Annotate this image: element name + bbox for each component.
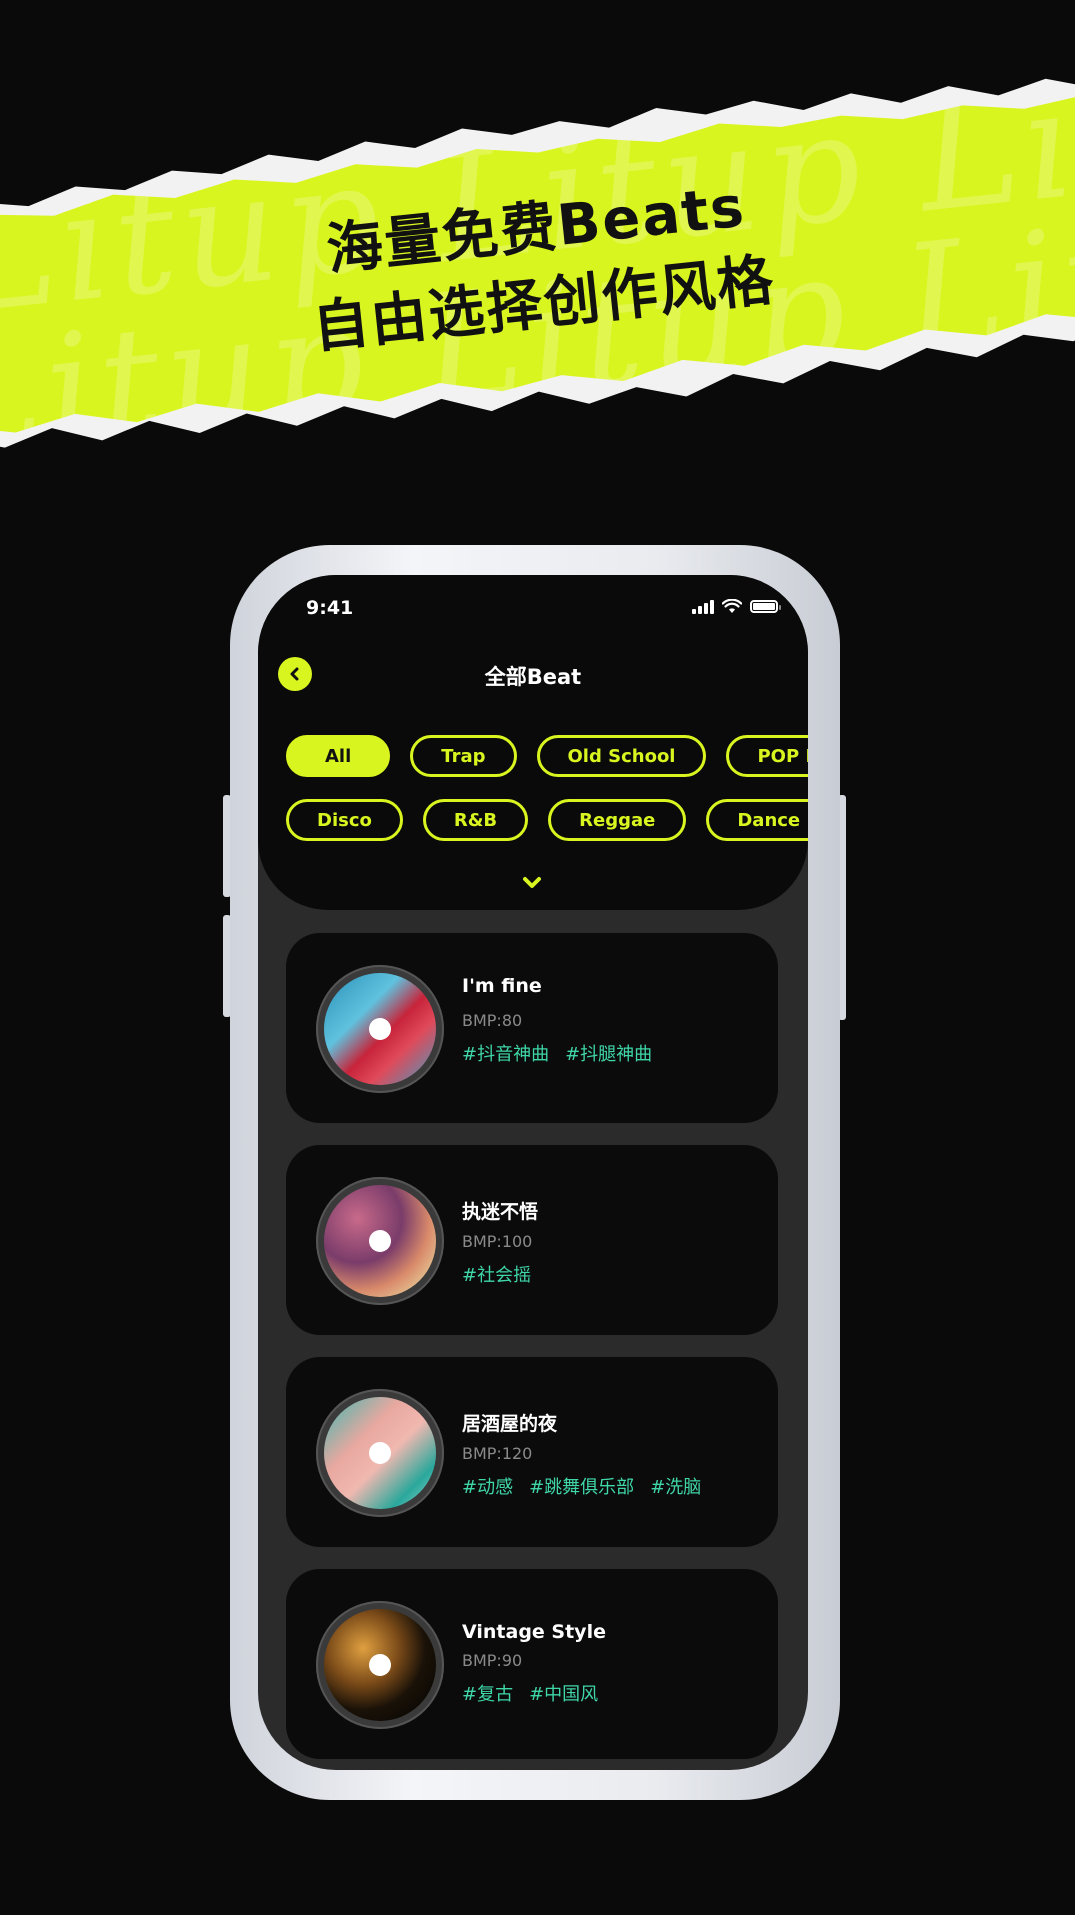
beat-tag[interactable]: #社会摇 bbox=[462, 1261, 531, 1287]
battery-icon bbox=[750, 600, 781, 613]
filter-chip-disco[interactable]: Disco bbox=[286, 799, 403, 841]
album-disc bbox=[316, 965, 444, 1093]
beat-title: I'm fine bbox=[462, 975, 542, 997]
beat-tag[interactable]: #中国风 bbox=[529, 1680, 598, 1706]
beat-info: 执迷不悟 BMP:100 #社会摇 bbox=[462, 1197, 538, 1287]
beat-title: 执迷不悟 bbox=[462, 1201, 539, 1223]
album-disc bbox=[316, 1389, 444, 1517]
album-disc bbox=[316, 1177, 444, 1305]
beat-tag[interactable]: #抖腿神曲 bbox=[565, 1040, 652, 1066]
signal-icon bbox=[692, 599, 714, 614]
status-time: 9:41 bbox=[306, 597, 354, 619]
status-icons bbox=[692, 599, 781, 614]
beat-info: Vintage Style BMP:90 #复古 #中国风 bbox=[462, 1621, 606, 1706]
filter-chip-trap[interactable]: Trap bbox=[410, 735, 517, 777]
beat-card[interactable]: 执迷不悟 BMP:100 #社会摇 bbox=[286, 1145, 778, 1335]
beat-tags: #复古 #中国风 bbox=[462, 1680, 606, 1706]
filter-chip-dance[interactable]: Dance R bbox=[706, 799, 808, 841]
genre-filters: All Trap Old School POP R Disco R&B Regg… bbox=[286, 735, 808, 863]
beat-title: 居酒屋的夜 bbox=[462, 1413, 558, 1435]
filter-chip-old-school[interactable]: Old School bbox=[536, 735, 707, 777]
beat-tags: #动感 #跳舞俱乐部 #洗脑 bbox=[462, 1473, 701, 1499]
beat-tag[interactable]: #抖音神曲 bbox=[462, 1040, 549, 1066]
beat-card[interactable]: Vintage Style BMP:90 #复古 #中国风 bbox=[286, 1569, 778, 1759]
beat-tags: #社会摇 bbox=[462, 1261, 538, 1287]
beat-tag[interactable]: #复古 bbox=[462, 1680, 513, 1706]
beat-tag[interactable]: #跳舞俱乐部 bbox=[529, 1473, 634, 1499]
disc-center bbox=[369, 1442, 391, 1464]
beat-bmp: BMP:80 bbox=[462, 1011, 523, 1030]
beat-title: Vintage Style bbox=[462, 1621, 606, 1643]
filter-row-2: Disco R&B Reggae Dance R bbox=[286, 799, 808, 841]
beat-tag[interactable]: #洗脑 bbox=[650, 1473, 701, 1499]
disc-center bbox=[369, 1654, 391, 1676]
chevron-down-icon[interactable] bbox=[520, 875, 544, 891]
filter-row-1: All Trap Old School POP R bbox=[286, 735, 808, 777]
disc-center bbox=[369, 1018, 391, 1040]
beat-tag[interactable]: #动感 bbox=[462, 1473, 513, 1499]
page-title: 全部Beat bbox=[484, 665, 582, 689]
beat-info: 居酒屋的夜 BMP:120 #动感 #跳舞俱乐部 #洗脑 bbox=[462, 1409, 701, 1499]
filter-chip-reggae[interactable]: Reggae bbox=[548, 799, 687, 841]
beat-info: I'm fine BMP:80 #抖音神曲 #抖腿神曲 bbox=[462, 975, 652, 1066]
top-panel: 9:41 全部Beat All Trap Old School POP Disc… bbox=[258, 575, 808, 910]
disc-center bbox=[369, 1230, 391, 1252]
beat-bmp: BMP:90 bbox=[462, 1651, 523, 1670]
phone-screen: 9:41 全部Beat All Trap Old School POP Disc… bbox=[258, 575, 808, 1770]
filter-chip-all[interactable]: All bbox=[286, 735, 391, 777]
beat-card[interactable]: I'm fine BMP:80 #抖音神曲 #抖腿神曲 bbox=[286, 933, 778, 1123]
promo-banner: Litup Litup Litup Litup Litup Litup 海量免费… bbox=[0, 57, 1075, 473]
album-disc bbox=[316, 1601, 444, 1729]
beat-bmp: BMP:120 bbox=[462, 1444, 533, 1463]
filter-chip-rnb[interactable]: R&B bbox=[422, 799, 529, 841]
beat-tags: #抖音神曲 #抖腿神曲 bbox=[462, 1040, 652, 1066]
beat-card[interactable]: 居酒屋的夜 BMP:120 #动感 #跳舞俱乐部 #洗脑 bbox=[286, 1357, 778, 1547]
beat-list: I'm fine BMP:80 #抖音神曲 #抖腿神曲 执迷不悟 BMP:100… bbox=[286, 933, 778, 1770]
filter-chip-pop[interactable]: POP R bbox=[726, 735, 808, 777]
wifi-icon bbox=[722, 599, 742, 613]
beat-bmp: BMP:100 bbox=[462, 1232, 533, 1251]
